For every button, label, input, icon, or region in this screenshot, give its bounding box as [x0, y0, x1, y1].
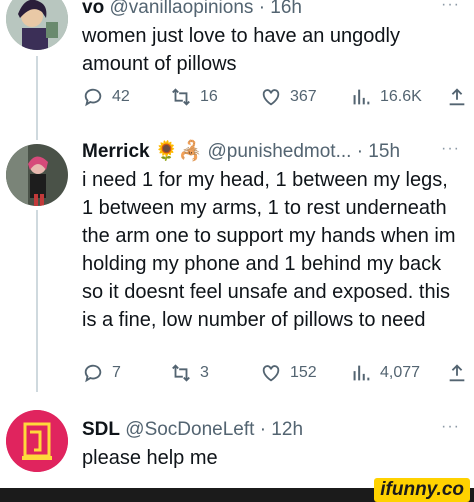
like-count: 152 [290, 364, 317, 381]
tweet-header: SDL @SocDoneLeft · 12h [82, 418, 303, 442]
retweet-icon [172, 88, 190, 106]
heart-icon [262, 365, 280, 382]
reply-icon [84, 364, 102, 383]
views-button[interactable]: 16.6K [350, 84, 422, 110]
reply-count: 42 [112, 88, 130, 105]
view-count: 4,077 [380, 364, 421, 381]
retweet-count: 16 [200, 88, 218, 105]
name-emoji: 🌻🦂 [154, 141, 203, 162]
avatar[interactable] [6, 410, 68, 472]
more-options-icon[interactable]: ··· [441, 0, 460, 14]
reply-button[interactable]: 7 [82, 360, 121, 386]
thread-line [36, 210, 38, 392]
share-button[interactable] [446, 360, 468, 386]
share-button[interactable] [446, 84, 468, 110]
watermark-logo: ifunny.co [374, 478, 470, 502]
tweet-header: vo @vanillaopinions · 16h [82, 0, 302, 20]
views-icon [353, 365, 370, 381]
timestamp[interactable]: · 16h [259, 0, 302, 18]
more-options-icon[interactable]: ··· [441, 140, 460, 158]
display-name[interactable]: vo [82, 0, 104, 18]
tweet-text: i need 1 for my head, 1 between my legs,… [82, 169, 456, 331]
display-name[interactable]: Merrick [82, 141, 150, 162]
like-button[interactable]: 367 [260, 84, 317, 110]
thread-line [36, 56, 38, 140]
like-count: 367 [290, 88, 317, 105]
tweet-merrick[interactable]: Merrick 🌻🦂 @punishedmot... · 15h ··· i n… [0, 140, 474, 392]
tweet-vo[interactable]: vo @vanillaopinions · 16h ··· women just… [0, 0, 474, 140]
retweet-count: 3 [200, 364, 209, 381]
tweet-actions: 42 16 367 16.6K [82, 84, 474, 110]
retweet-icon [172, 364, 190, 382]
heart-icon [262, 89, 280, 106]
user-handle[interactable]: @vanillaopinions [109, 0, 253, 18]
like-button[interactable]: 152 [260, 360, 317, 386]
more-options-icon[interactable]: ··· [441, 418, 460, 436]
user-handle[interactable]: @SocDoneLeft [125, 419, 254, 440]
tweet-text: please help me [82, 447, 218, 469]
views-icon [353, 89, 370, 105]
retweet-button[interactable]: 16 [170, 84, 218, 110]
user-handle[interactable]: @punishedmot... [208, 141, 352, 162]
retweet-button[interactable]: 3 [170, 360, 209, 386]
share-icon [449, 364, 465, 382]
avatar[interactable] [6, 0, 68, 50]
reply-button[interactable]: 42 [82, 84, 130, 110]
views-button[interactable]: 4,077 [350, 360, 420, 386]
tweet-actions: 7 3 152 4,077 [82, 360, 474, 386]
share-icon [449, 88, 465, 106]
reply-count: 7 [112, 364, 121, 381]
avatar[interactable] [6, 144, 68, 206]
display-name[interactable]: SDL [82, 419, 120, 440]
tweet-header: Merrick 🌻🦂 @punishedmot... · 15h [82, 140, 400, 164]
reply-icon [84, 88, 102, 107]
view-count: 16.6K [380, 88, 422, 105]
timestamp[interactable]: · 15h [357, 141, 400, 162]
timestamp[interactable]: · 12h [260, 419, 303, 440]
tweet-text: women just love to have an ungodly amoun… [82, 25, 400, 75]
